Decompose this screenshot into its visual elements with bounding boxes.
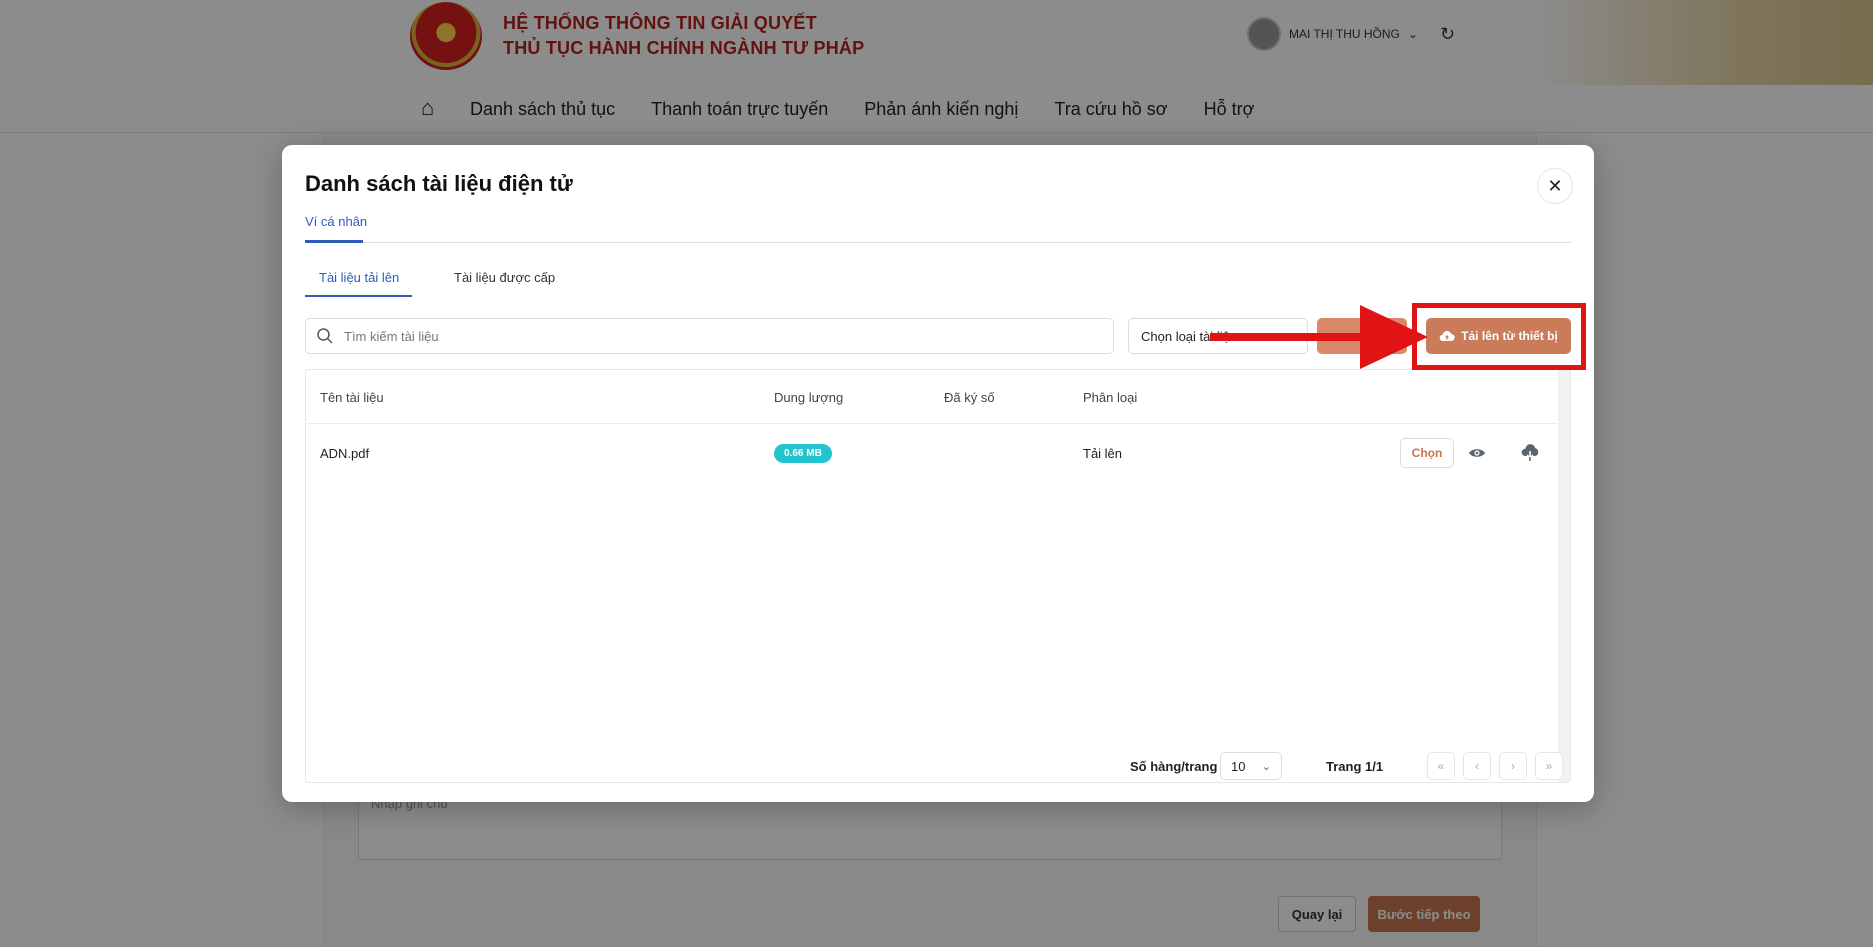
- prev-page-button[interactable]: ‹: [1463, 752, 1491, 780]
- rows-per-page-label: Số hàng/trang: [1130, 759, 1218, 774]
- chevron-right-icon: ›: [1511, 759, 1515, 773]
- choose-button[interactable]: Chọn: [1400, 438, 1454, 468]
- size-badge: 0.66 MB: [774, 444, 832, 463]
- search-icon: [316, 327, 334, 345]
- search-box: [305, 318, 1114, 354]
- modal-title: Danh sách tài liệu điện tử: [305, 171, 573, 196]
- document-category: Tải lên: [1083, 446, 1123, 461]
- next-page-button[interactable]: ›: [1499, 752, 1527, 780]
- chevron-left-icon: ‹: [1475, 759, 1479, 773]
- tab-issued-documents[interactable]: Tài liệu được cấp: [454, 270, 555, 285]
- last-page-button[interactable]: »: [1535, 752, 1563, 780]
- search-input[interactable]: [344, 328, 1104, 344]
- subtab-active-indicator: [305, 295, 412, 297]
- document-name: ADN.pdf: [320, 446, 370, 461]
- col-header-signed: Đã ký số: [944, 390, 995, 405]
- double-chevron-right-icon: »: [1545, 759, 1553, 773]
- close-icon: ✕: [1547, 175, 1563, 196]
- document-list-modal: Danh sách tài liệu điện tử ✕ Ví cá nhân …: [282, 145, 1594, 802]
- tab-personal-wallet[interactable]: Ví cá nhân: [305, 214, 367, 229]
- tab-divider: [305, 242, 1571, 243]
- table-row: ADN.pdf 0.66 MB Tải lên Chọn: [306, 424, 1558, 482]
- eye-icon[interactable]: [1468, 444, 1486, 462]
- double-chevron-left-icon: «: [1437, 759, 1445, 773]
- table-scrollbar[interactable]: [1558, 370, 1570, 782]
- first-page-button[interactable]: «: [1427, 752, 1455, 780]
- col-header-size: Dung lượng: [774, 390, 844, 405]
- annotation-highlight-box: [1412, 303, 1586, 370]
- cloud-download-icon[interactable]: [1520, 444, 1539, 462]
- col-header-category: Phân loại: [1083, 390, 1138, 405]
- col-header-name: Tên tài liệu: [320, 390, 384, 405]
- annotation-arrow-icon: [1210, 305, 1428, 369]
- tab-uploaded-documents[interactable]: Tài liệu tải lên: [319, 270, 399, 285]
- tab-active-indicator: [305, 240, 363, 243]
- chevron-down-icon: ⌄: [1261, 760, 1271, 773]
- close-button[interactable]: ✕: [1537, 168, 1573, 204]
- table-header: Tên tài liệu Dung lượng Đã ký số Phân lo…: [306, 370, 1570, 424]
- rows-per-page-select[interactable]: 10 ⌄: [1220, 752, 1282, 780]
- rows-per-page-value: 10: [1231, 758, 1246, 774]
- documents-table: Tên tài liệu Dung lượng Đã ký số Phân lo…: [305, 369, 1571, 783]
- page-info: Trang 1/1: [1326, 759, 1384, 774]
